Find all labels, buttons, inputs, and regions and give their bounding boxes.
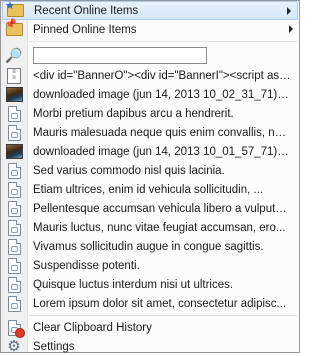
clip-item-html[interactable]: ≡ ≡ <div id="BannerO"><div id="BannerI"><… <box>1 66 299 85</box>
clip-item[interactable]: Mauris luctus, nunc vitae feugiat accums… <box>1 218 299 237</box>
clip-text: downloaded image (jun 14, 2013 10_02_31_… <box>33 88 291 101</box>
text-clip-icon <box>1 123 27 142</box>
text-clip-icon <box>1 256 27 275</box>
menu-item-label: Pinned Online Items <box>33 23 137 36</box>
text-clip-icon <box>1 294 27 313</box>
menu-item-pinned-online[interactable]: 📌 Pinned Online Items <box>1 19 299 39</box>
menu-item-label: Recent Online Items <box>34 4 139 17</box>
clip-text: Sed varius commodo nisl quis lacinia. <box>33 164 225 177</box>
search-row: 🔍 <box>1 44 299 66</box>
clip-item[interactable]: downloaded image (jun 14, 2013 10_02_31_… <box>1 85 299 104</box>
clip-text: Quisque luctus interdum nisi ut ultrices… <box>33 278 234 291</box>
clip-item[interactable]: Etiam ultrices, enim id vehicula sollici… <box>1 180 299 199</box>
clip-item[interactable]: Morbi pretium dapibus arcu a hendrerit. <box>1 104 299 123</box>
text-clip-icon <box>1 104 27 123</box>
text-clip-icon <box>1 237 27 256</box>
clip-item[interactable]: downloaded image (jun 14, 2013 10_01_57_… <box>1 142 299 161</box>
clipboard-menu: ★ Recent Online Items 📌 Pinned Online It… <box>0 0 300 356</box>
submenu-arrow-icon <box>289 25 293 33</box>
clip-item[interactable]: Pellentesque accumsan vehicula libero a … <box>1 199 299 218</box>
text-clip-icon <box>1 218 27 237</box>
clip-text: Vivamus sollicitudin augue in congue sag… <box>33 240 264 253</box>
pin-folder-icon: 📌 <box>1 19 27 39</box>
submenu-arrow-icon <box>287 7 291 15</box>
search-input[interactable] <box>33 46 207 64</box>
clip-text: Mauris luctus, nunc vitae feugiat accums… <box>33 221 286 234</box>
clip-text: Mauris malesuada neque quis enim convall… <box>33 126 291 139</box>
clip-list: downloaded image (jun 14, 2013 10_02_31_… <box>1 85 299 313</box>
clip-text: Morbi pretium dapibus arcu a hendrerit. <box>33 107 234 120</box>
separator <box>29 315 297 316</box>
clip-text: Suspendisse potenti. <box>33 259 140 272</box>
image-thumbnail-icon <box>1 85 27 104</box>
clip-text: Pellentesque accumsan vehicula libero a … <box>33 202 291 215</box>
clear-history-button[interactable]: Clear Clipboard History <box>1 318 299 338</box>
clip-item[interactable]: Sed varius commodo nisl quis lacinia. <box>1 161 299 180</box>
menu-item-label: Settings <box>33 340 75 353</box>
clip-item[interactable]: Quisque luctus interdum nisi ut ultrices… <box>1 275 299 294</box>
clip-item[interactable]: Mauris malesuada neque quis enim convall… <box>1 123 299 142</box>
clip-item[interactable]: Lorem ipsum dolor sit amet, consectetur … <box>1 294 299 313</box>
text-clip-icon <box>1 199 27 218</box>
clip-text: Etiam ultrices, enim id vehicula sollici… <box>33 183 264 196</box>
html-document-icon: ≡ ≡ <box>1 66 27 85</box>
separator <box>29 41 297 42</box>
gear-icon: ⚙ <box>7 338 21 355</box>
text-clip-icon <box>1 180 27 199</box>
text-clip-icon <box>1 275 27 294</box>
clip-text: Lorem ipsum dolor sit amet, consectetur … <box>33 297 287 310</box>
menu-item-label: Clear Clipboard History <box>33 321 152 334</box>
star-folder-icon: ★ <box>3 0 28 20</box>
magnifier-icon: 🔍 <box>5 46 23 63</box>
clip-text: downloaded image (jun 14, 2013 10_01_57_… <box>33 145 291 158</box>
clip-item[interactable]: Suspendisse potenti. <box>1 256 299 275</box>
text-clip-icon <box>1 161 27 180</box>
menu-items: ★ Recent Online Items 📌 Pinned Online It… <box>1 0 299 356</box>
menu-item-recent-online[interactable]: ★ Recent Online Items <box>2 0 298 20</box>
clear-history-icon <box>1 318 27 338</box>
image-thumbnail-icon <box>1 142 27 161</box>
clip-item[interactable]: Vivamus sollicitudin augue in congue sag… <box>1 237 299 256</box>
settings-button[interactable]: ⚙ Settings <box>1 337 299 356</box>
clip-text: <div id="BannerO"><div id="BannerI"><scr… <box>33 69 291 82</box>
